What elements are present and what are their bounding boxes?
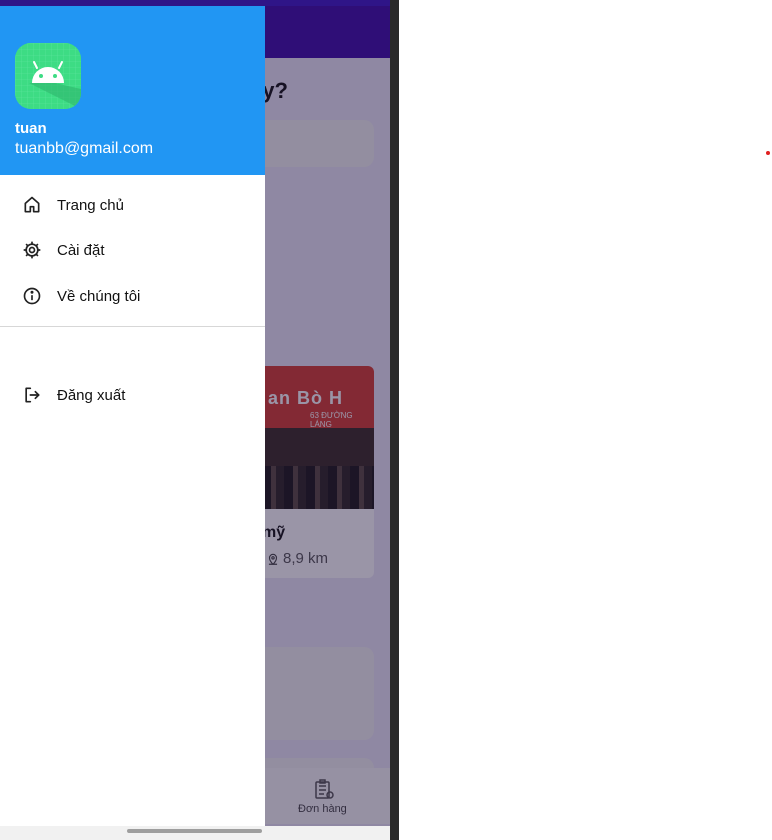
drawer-item-settings[interactable]: Cài đặt bbox=[0, 229, 265, 271]
gear-icon bbox=[23, 241, 41, 259]
user-email: tuanbb@gmail.com bbox=[15, 140, 154, 157]
home-icon bbox=[24, 196, 40, 213]
drawer-item-label: Trang chủ bbox=[57, 196, 124, 214]
gesture-handle[interactable] bbox=[127, 829, 262, 833]
drawer-item-logout[interactable]: Đăng xuất bbox=[0, 374, 265, 416]
user-name: tuan bbox=[15, 120, 47, 137]
navigation-drawer: tuan tuanbb@gmail.com Trang chủ Cài đặt … bbox=[0, 6, 265, 826]
device-bezel bbox=[390, 0, 399, 840]
drawer-item-label: Đăng xuất bbox=[57, 386, 126, 404]
drawer-item-about[interactable]: Về chúng tôi bbox=[0, 275, 265, 317]
indicator-dot bbox=[766, 151, 770, 155]
phone-screen: ay? an Bò H 63 ĐƯỜNG LÁNG mỹ 8,9 km Đơn … bbox=[0, 0, 390, 840]
drawer-item-label: Cài đặt bbox=[57, 241, 105, 259]
empty-area bbox=[399, 0, 772, 840]
info-icon bbox=[23, 287, 41, 305]
drawer-item-home[interactable]: Trang chủ bbox=[0, 184, 265, 226]
drawer-header: tuan tuanbb@gmail.com bbox=[0, 6, 265, 175]
logout-icon bbox=[25, 387, 40, 403]
drawer-divider bbox=[0, 326, 265, 327]
drawer-item-label: Về chúng tôi bbox=[57, 287, 141, 305]
android-icon bbox=[15, 43, 81, 109]
